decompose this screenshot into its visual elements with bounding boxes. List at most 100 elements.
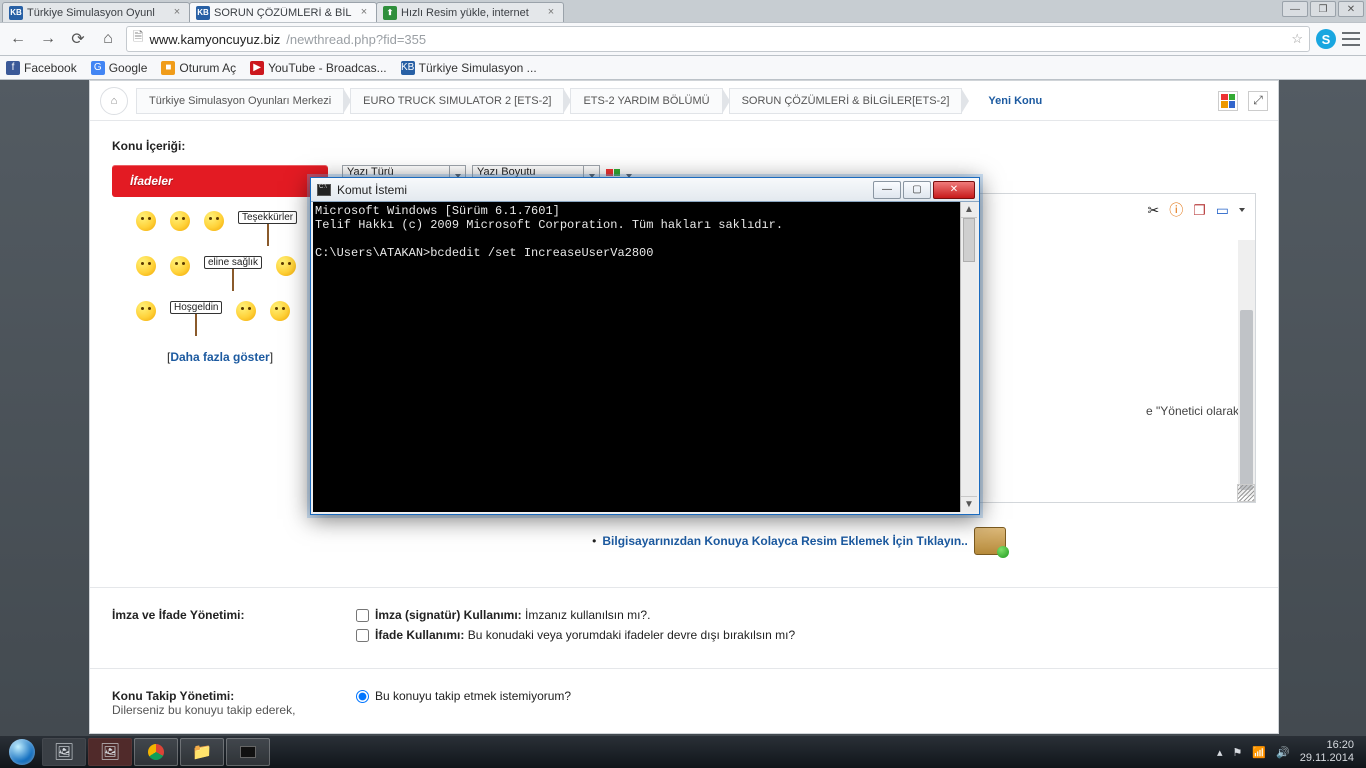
scroll-thumb[interactable]	[963, 218, 975, 262]
browser-window: KB Türkiye Simulasyon Oyunl × KB SORUN ÇÖZÜM…	[0, 0, 1366, 768]
reload-button[interactable]: ⟳	[66, 27, 90, 51]
imza-title: İmza ve İfade Yönetimi:	[112, 608, 328, 648]
takip-radio[interactable]	[356, 690, 369, 703]
skype-icon[interactable]: S	[1316, 29, 1336, 49]
start-button[interactable]	[4, 737, 40, 767]
signature-checkbox-row[interactable]: İmza (signatür) Kullanımı: İmzanız kulla…	[356, 608, 795, 622]
bookmark-item[interactable]: GGoogle	[91, 61, 148, 75]
show-more-link[interactable]: Daha fazla göster	[170, 350, 269, 364]
tray-volume-icon[interactable]: 🔊	[1276, 746, 1290, 759]
window-maximize[interactable]: ❐	[1310, 1, 1336, 17]
add-image-link[interactable]: Bilgisayarınızdan Konuya Kolayca Resim E…	[602, 534, 967, 548]
tv-icon[interactable]: ▭	[1216, 202, 1229, 219]
smile-icon[interactable]	[236, 301, 256, 321]
crop-icon[interactable]: ✂	[1147, 202, 1159, 219]
cmd-window[interactable]: Komut İstemi — ▢ ✕ Microsoft Windows [Sü…	[310, 177, 980, 515]
smile-icon[interactable]	[204, 211, 224, 231]
tray-chevron-icon[interactable]: ▴	[1217, 746, 1223, 759]
editor-visible-text: e "Yönetici olarak	[1146, 404, 1239, 418]
bookmark-item[interactable]: KBTürkiye Simulasyon ...	[401, 61, 537, 75]
tab-close-icon[interactable]: ×	[358, 7, 370, 19]
breadcrumb-item[interactable]: SORUN ÇÖZÜMLERİ & BİLGİLER[ETS-2]	[729, 88, 963, 114]
browser-tab[interactable]: KB Türkiye Simulasyon Oyunl ×	[2, 2, 190, 22]
resize-handle-icon[interactable]	[1237, 484, 1255, 502]
breadcrumb-bar: ⌂ Türkiye Simulasyon Oyunları MerkeziEUR…	[90, 81, 1278, 121]
address-bar[interactable]: 🗎 www.kamyoncuyuz.biz/newthread.php?fid=…	[126, 26, 1310, 52]
breadcrumb-item[interactable]: ETS-2 YARDIM BÖLÜMÜ	[570, 88, 722, 114]
tab-title: Türkiye Simulasyon Oyunl	[27, 7, 167, 19]
smile-icon[interactable]	[170, 211, 190, 231]
browser-tab[interactable]: ⬆Hızlı Resim yükle, internet×	[376, 2, 564, 22]
ifade-checkbox[interactable]	[356, 629, 369, 642]
tab-close-icon[interactable]: ×	[545, 7, 557, 19]
breadcrumb-current: Yeni Konu	[976, 88, 1054, 114]
bookmark-star-icon[interactable]: ☆	[1291, 31, 1303, 47]
taskbar-item[interactable]: 🖼	[42, 738, 86, 766]
smile-icon[interactable]	[170, 256, 190, 276]
cmd-titlebar[interactable]: Komut İstemi — ▢ ✕	[311, 178, 979, 202]
cmd-title: Komut İstemi	[337, 183, 407, 197]
taskbar-explorer[interactable]: 📁	[180, 738, 224, 766]
cmd-minimize[interactable]: —	[873, 181, 901, 199]
back-button[interactable]: ←	[6, 27, 30, 51]
taskbar-cmd[interactable]	[226, 738, 270, 766]
cmd-maximize[interactable]: ▢	[903, 181, 931, 199]
favicon: KB	[196, 6, 210, 20]
smile-icon[interactable]	[136, 256, 156, 276]
picture-upload-icon[interactable]	[974, 527, 1006, 555]
tray-flag-icon[interactable]: ⚑	[1232, 746, 1242, 759]
show-more: [Daha fazla göster]	[112, 350, 328, 364]
breadcrumb-home-icon[interactable]: ⌂	[100, 87, 128, 115]
home-button[interactable]: ⌂	[96, 27, 120, 51]
bookmark-item[interactable]: ■Oturum Aç	[161, 61, 236, 75]
editor-scrollbar[interactable]	[1238, 240, 1255, 496]
section-title: Konu İçeriği:	[112, 139, 1256, 153]
bookmark-label: YouTube - Broadcas...	[268, 61, 387, 75]
url-path: /newthread.php?fid=355	[286, 32, 426, 47]
smile-icon[interactable]	[270, 301, 290, 321]
copy-icon[interactable]: ❐	[1193, 202, 1206, 219]
taskbar-item[interactable]: 🖼	[88, 738, 132, 766]
sign-smiley[interactable]: eline sağlık	[204, 256, 262, 291]
tab-close-icon[interactable]: ×	[171, 7, 183, 19]
takip-radio-row[interactable]: Bu konuyu takip etmek istemiyorum?	[356, 689, 571, 703]
window-close[interactable]: ✕	[1338, 1, 1364, 17]
chevron-down-icon[interactable]	[1239, 208, 1245, 212]
sidebar: İfadeler Teşekkürler eline sağlık Hoşgel	[112, 165, 328, 364]
sign-smiley[interactable]: Teşekkürler	[238, 211, 297, 246]
bookmark-label: Türkiye Simulasyon ...	[419, 61, 537, 75]
sign-smiley[interactable]: Hoşgeldin	[170, 301, 222, 336]
smile-icon[interactable]	[276, 256, 296, 276]
cmd-output: Microsoft Windows [Sürüm 6.1.7601] Telif…	[313, 202, 977, 262]
cmd-scrollbar[interactable]: ▲ ▼	[960, 202, 977, 512]
smile-icon[interactable]	[136, 211, 156, 231]
color-grid-icon[interactable]	[1218, 91, 1238, 111]
taskbar-chrome[interactable]	[134, 738, 178, 766]
tray-clock[interactable]: 16:20 29.11.2014	[1300, 739, 1354, 765]
takip-title: Konu Takip Yönetimi: Dilerseniz bu konuy…	[112, 689, 328, 717]
smile-icon[interactable]	[136, 301, 156, 321]
scroll-down-icon[interactable]: ▼	[961, 496, 977, 512]
favicon: ⬆	[383, 6, 397, 20]
cmd-surface[interactable]: Microsoft Windows [Sürüm 6.1.7601] Telif…	[311, 202, 979, 514]
signature-checkbox[interactable]	[356, 609, 369, 622]
favicon: KB	[9, 6, 23, 20]
chrome-menu-icon[interactable]	[1342, 32, 1360, 46]
forward-button[interactable]: →	[36, 27, 60, 51]
bookmark-item[interactable]: ▶YouTube - Broadcas...	[250, 61, 387, 75]
tab-title: SORUN ÇÖZÜMLERİ & BİL	[214, 7, 354, 19]
info-icon[interactable]: ⓘ	[1169, 200, 1183, 220]
scroll-up-icon[interactable]: ▲	[961, 202, 977, 218]
breadcrumb-item[interactable]: Türkiye Simulasyon Oyunları Merkezi	[136, 88, 344, 114]
fullscreen-icon[interactable]: ⤢	[1248, 91, 1268, 111]
browser-tab[interactable]: KB SORUN ÇÖZÜMLERİ & BİL ×	[189, 2, 377, 22]
breadcrumb-item[interactable]: EURO TRUCK SIMULATOR 2 [ETS-2]	[350, 88, 564, 114]
bookmark-item[interactable]: fFacebook	[6, 61, 77, 75]
page-icon: 🗎	[133, 28, 143, 50]
tray-network-icon[interactable]: 📶	[1252, 746, 1266, 759]
tab-strip: KB Türkiye Simulasyon Oyunl × KB SORUN ÇÖZÜM…	[0, 0, 1366, 22]
ifade-checkbox-row[interactable]: İfade Kullanımı: Bu konudaki veya yorumd…	[356, 628, 795, 642]
url-host: www.kamyoncuyuz.biz	[149, 32, 280, 47]
window-minimize[interactable]: —	[1282, 1, 1308, 17]
cmd-close[interactable]: ✕	[933, 181, 975, 199]
